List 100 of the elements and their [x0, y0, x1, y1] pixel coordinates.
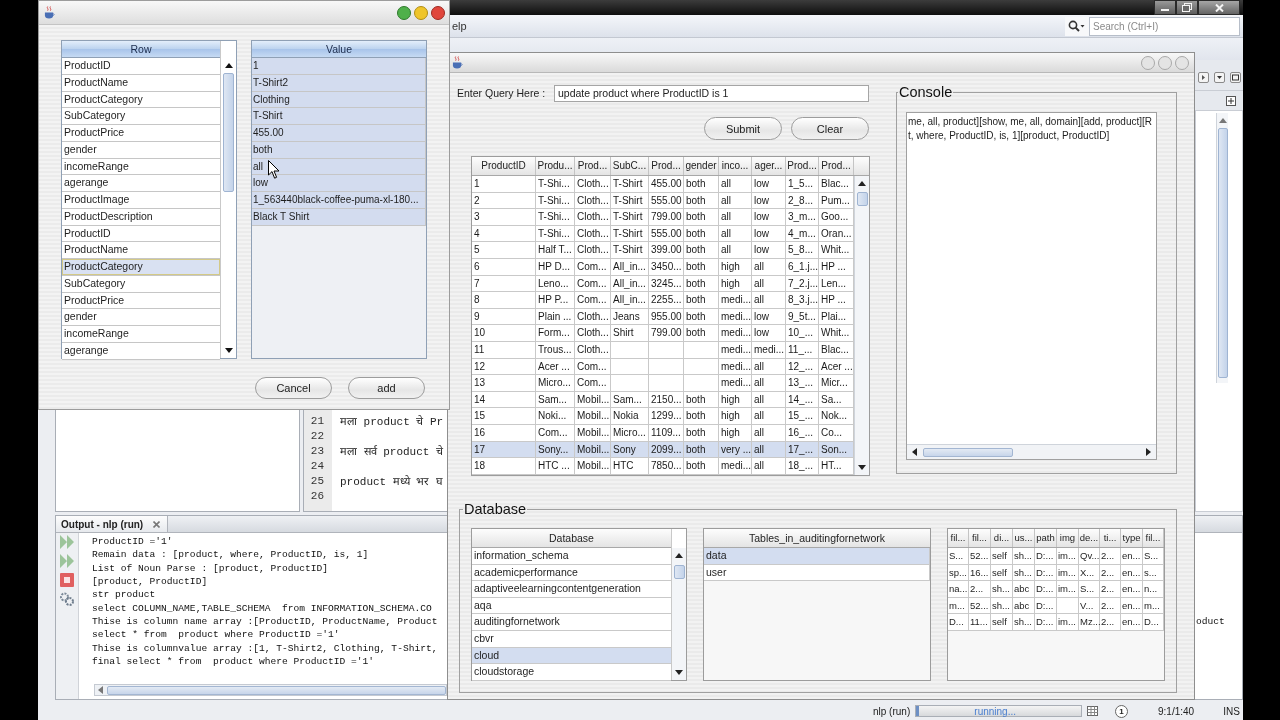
- column-header[interactable]: Tables_in_auditingfornetwork: [704, 529, 930, 548]
- scroll-thumb[interactable]: [856, 192, 868, 206]
- window-icon[interactable]: [1230, 72, 1241, 83]
- console-text-area[interactable]: me, all, product][show, me, all, domain][add, product][R t, where, ProductID, is, 1][product, ProductID]: [906, 112, 1157, 460]
- horizontal-scrollbar[interactable]: [907, 444, 1156, 459]
- column-header[interactable]: inco...: [719, 157, 752, 175]
- up-arrow-icon[interactable]: [675, 553, 683, 558]
- column-header[interactable]: fil...: [948, 529, 969, 547]
- close-button[interactable]: [431, 5, 445, 20]
- down-arrow-icon[interactable]: [858, 465, 866, 470]
- column-header[interactable]: fil...: [969, 529, 991, 547]
- search-icon[interactable]: [1068, 20, 1085, 32]
- column-header[interactable]: us...: [1013, 529, 1035, 547]
- expand-icon[interactable]: [1226, 95, 1236, 106]
- column-header[interactable]: img: [1057, 529, 1079, 547]
- table-row[interactable]: 18 HTC ... Mobil... HTC 7850... both medi... all 18_... HT...: [472, 458, 854, 475]
- table-cell[interactable]: 455.00: [252, 125, 426, 142]
- column-header[interactable]: ti...: [1100, 529, 1121, 547]
- close-icon[interactable]: [153, 520, 161, 528]
- scroll-thumb[interactable]: [923, 447, 1013, 457]
- table-row[interactable]: 10 Form... Cloth... Shirt 799.00 both medi... low 10_... Whit...: [472, 325, 854, 342]
- column-header[interactable]: Row: [62, 41, 220, 58]
- query-input[interactable]: update product where ProductID is 1: [554, 84, 869, 102]
- table-cell[interactable]: information_schema: [472, 548, 671, 565]
- panel-title: Database: [463, 500, 528, 518]
- table-cell: 2...: [1100, 548, 1121, 565]
- search-field[interactable]: Search (Ctrl+I): [1089, 16, 1240, 36]
- vertical-scrollbar[interactable]: [1216, 113, 1228, 383]
- close-button[interactable]: [1198, 0, 1240, 15]
- grid-icon[interactable]: [1087, 706, 1098, 716]
- table-row[interactable]: 8 HP P... Com... All_in... 2255... both medi... all 8_3.j... HP ...: [472, 292, 854, 309]
- table-cell[interactable]: T-Shirt: [252, 108, 426, 125]
- column-header[interactable]: Value: [252, 41, 426, 58]
- stop-icon[interactable]: [60, 573, 74, 587]
- maximize-button[interactable]: [397, 5, 411, 20]
- column-header[interactable]: de...: [1079, 529, 1100, 547]
- down-arrow-icon[interactable]: [224, 348, 233, 353]
- column-header[interactable]: fil...: [1143, 529, 1164, 547]
- column-header[interactable]: Produ...: [536, 157, 575, 175]
- column-header[interactable]: Prod...: [786, 157, 819, 175]
- minimize-button[interactable]: [1154, 0, 1176, 15]
- add-button[interactable]: add: [348, 377, 425, 399]
- scroll-thumb[interactable]: [1217, 128, 1228, 378]
- column-header[interactable]: SubC...: [611, 157, 649, 175]
- scroll-thumb[interactable]: [673, 565, 685, 579]
- column-header[interactable]: path: [1035, 529, 1057, 547]
- table-row[interactable]: 3 T-Shi... Cloth... T-Shirt 799.00 both all low 3_m... Goo...: [472, 209, 854, 226]
- line-number: 21: [309, 414, 324, 427]
- notification-badge[interactable]: 1: [1115, 704, 1128, 718]
- table-cell[interactable]: SubCategory: [62, 108, 220, 125]
- table-row[interactable]: 13 Micro... Com... medi... all 13_... Micr...: [472, 375, 854, 392]
- down-arrow-icon[interactable]: [675, 670, 683, 675]
- column-header[interactable]: type: [1121, 529, 1143, 547]
- caret-down-icon[interactable]: [1214, 72, 1225, 83]
- up-arrow-icon[interactable]: [224, 63, 233, 68]
- table-cell[interactable]: auditingfornetwork: [472, 614, 671, 631]
- column-header[interactable]: gender: [684, 157, 719, 175]
- table-cell[interactable]: 1_563440black-coffee-puma-xl-180...: [252, 192, 426, 209]
- column-header[interactable]: Prod...: [575, 157, 611, 175]
- table-cell[interactable]: data: [704, 548, 930, 565]
- table-cell: T-Shirt: [611, 242, 649, 259]
- table-cell[interactable]: adaptiveelearningcontentgeneration: [472, 581, 671, 598]
- table-cell[interactable]: 1: [252, 58, 426, 75]
- right-arrow-icon[interactable]: [1146, 448, 1151, 456]
- table-cell: 11_...: [786, 341, 819, 359]
- output-tab[interactable]: Output - nlp (run): [56, 516, 169, 532]
- gears-icon[interactable]: [60, 592, 74, 606]
- column-header[interactable]: Prod...: [819, 157, 854, 175]
- vertical-scrollbar[interactable]: [854, 176, 869, 475]
- table-row[interactable]: 1 T-Shi... Cloth... T-Shirt 455.00 both all low 1_5... Blac...: [472, 176, 854, 193]
- panel-title: Console: [898, 83, 954, 101]
- cancel-button[interactable]: Cancel: [255, 377, 332, 399]
- table-cell[interactable]: cloudstorage: [472, 664, 671, 681]
- vertical-scrollbar[interactable]: [672, 548, 687, 680]
- table-cell[interactable]: gender: [62, 309, 220, 326]
- column-header[interactable]: ProductID: [472, 157, 536, 175]
- column-header[interactable]: Prod...: [649, 157, 684, 175]
- scroll-thumb[interactable]: [107, 685, 446, 695]
- table-cell: both: [684, 176, 719, 193]
- left-arrow-icon[interactable]: [912, 448, 917, 456]
- column-header[interactable]: ager...: [752, 157, 786, 175]
- table-row[interactable]: 5 Half T... Cloth... T-Shirt 399.00 both all low 5_8... Whit...: [472, 242, 854, 259]
- table-cell[interactable]: ProductPrice: [62, 125, 220, 142]
- table-row[interactable]: 15 Noki... Mobil... Nokia 1299... both high all 15_... Nok...: [472, 408, 854, 425]
- table-cell[interactable]: ProductImage: [62, 192, 220, 209]
- table-cell: self: [991, 614, 1013, 631]
- table-cell[interactable]: incomeRange: [62, 326, 220, 343]
- scroll-thumb[interactable]: [223, 73, 234, 192]
- table-cell[interactable]: ProductCategory: [62, 259, 220, 276]
- table-cell[interactable]: ProductID: [62, 58, 220, 75]
- horizontal-scrollbar[interactable]: [94, 684, 447, 696]
- submit-button[interactable]: Submit: [704, 117, 782, 140]
- clear-button[interactable]: Clear: [791, 117, 869, 140]
- menu-item[interactable]: elp: [452, 20, 467, 32]
- restore-button[interactable]: [1176, 0, 1198, 15]
- up-arrow-icon[interactable]: [858, 181, 866, 186]
- table-cell[interactable]: low: [252, 175, 426, 192]
- table-cell[interactable]: ProductName: [62, 242, 220, 259]
- column-header[interactable]: Database: [472, 529, 671, 548]
- column-header[interactable]: di...: [991, 529, 1013, 547]
